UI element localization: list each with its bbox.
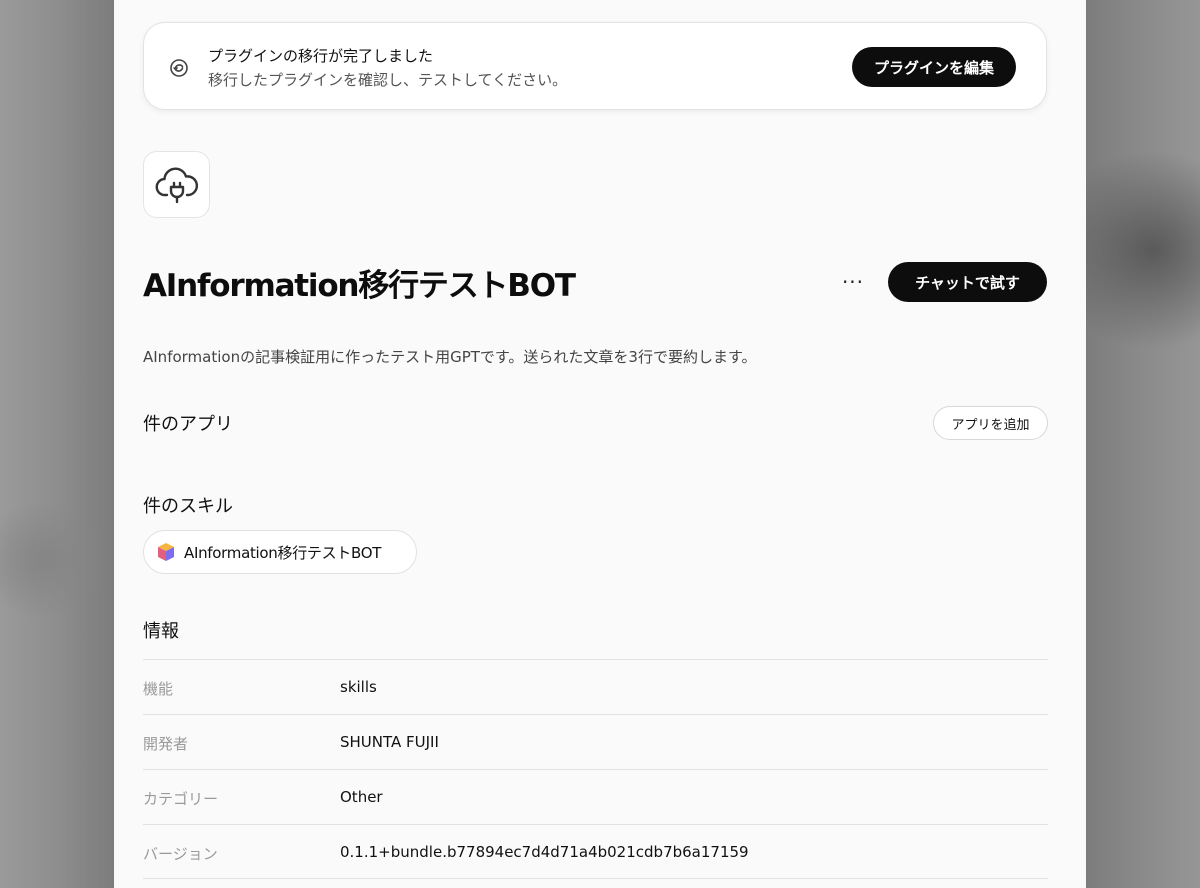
info-row-version: バージョン 0.1.1+bundle.b77894ec7d4d71a4b021c… [143, 824, 1048, 879]
info-row-developer: 開発者 SHUNTA FUJII [143, 714, 1048, 769]
migrate-refresh-icon [168, 57, 190, 79]
info-value: 0.1.1+bundle.b77894ec7d4d71a4b021cdb7b6a… [340, 843, 749, 861]
info-row-category: カテゴリー Other [143, 769, 1048, 824]
add-app-button[interactable]: アプリを追加 [933, 406, 1048, 440]
more-options-button[interactable]: ··· [836, 268, 870, 296]
info-heading: 情報 [143, 621, 179, 642]
skill-cube-icon [157, 542, 175, 562]
info-value: skills [340, 678, 377, 696]
info-value: SHUNTA FUJII [340, 733, 439, 751]
info-key: 開発者 [143, 735, 189, 753]
skill-chip-label: AInformation移行テストBOT [184, 543, 382, 562]
info-key: バージョン [143, 845, 218, 863]
page-title: AInformation移行テストBOT [143, 268, 576, 304]
banner-title: プラグインの移行が完了しました [208, 47, 434, 65]
plugin-detail-panel: プラグインの移行が完了しました 移行したプラグインを確認し、テストしてください。… [114, 0, 1086, 888]
edit-plugin-button[interactable]: プラグインを編集 [852, 47, 1016, 87]
info-value: Other [340, 788, 383, 806]
plugin-description: AInformationの記事検証用に作ったテスト用GPTです。送られた文章を3… [143, 348, 757, 366]
banner-subtitle: 移行したプラグインを確認し、テストしてください。 [208, 71, 568, 89]
plugin-icon [143, 151, 210, 218]
try-in-chat-button[interactable]: チャットで試す [888, 262, 1047, 302]
info-table: 機能 skills 開発者 SHUNTA FUJII カテゴリー Other バ… [143, 659, 1048, 879]
skills-heading: 件のスキル [143, 496, 233, 517]
backdrop-shadow-left [0, 500, 110, 620]
info-key: カテゴリー [143, 790, 219, 808]
cloud-plug-icon [155, 167, 198, 203]
info-row-features: 機能 skills [143, 659, 1048, 714]
info-key: 機能 [143, 680, 174, 698]
apps-heading: 件のアプリ [143, 414, 233, 435]
migration-complete-banner: プラグインの移行が完了しました 移行したプラグインを確認し、テストしてください。… [143, 22, 1047, 110]
skill-chip[interactable]: AInformation移行テストBOT [143, 530, 417, 574]
